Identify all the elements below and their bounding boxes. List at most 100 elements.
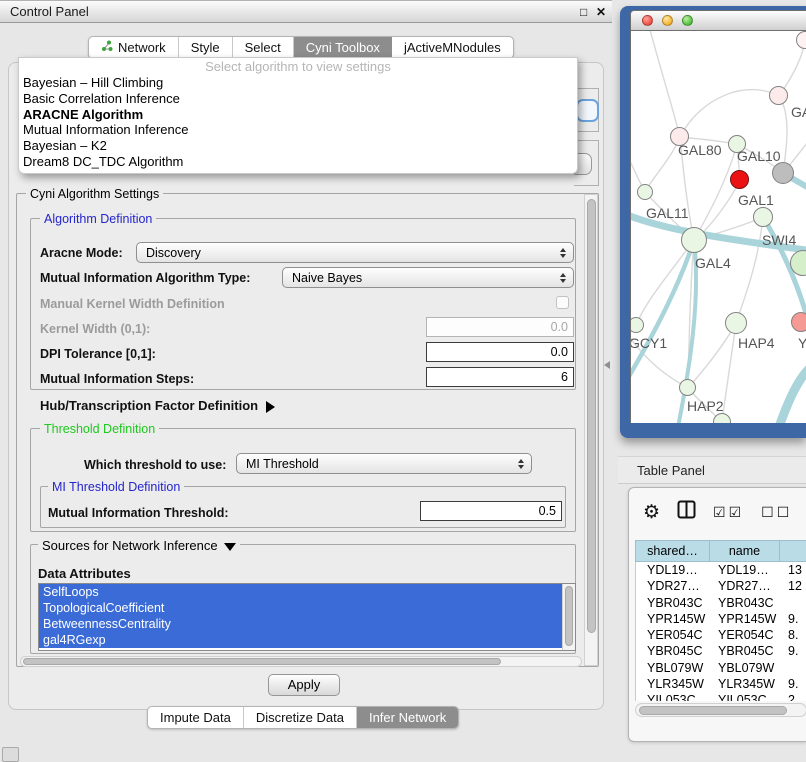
table-row[interactable]: YIL053CYIL053C2. xyxy=(636,692,806,701)
mi-threshold-field[interactable] xyxy=(420,501,562,521)
list-item-selfloops[interactable]: SelfLoops xyxy=(39,584,562,600)
node-label: GAL80 xyxy=(678,142,722,158)
mi-algorithm-type-label: Mutual Information Algorithm Type: xyxy=(40,271,250,285)
list-scrollbar-thumb[interactable] xyxy=(565,586,573,646)
node-label: HAP2 xyxy=(687,398,724,414)
kernel-width-label: Kernel Width (0,1): xyxy=(40,322,150,336)
floating-toolbar-fragment xyxy=(2,747,19,762)
close-icon[interactable]: ✕ xyxy=(596,5,606,19)
network-window-titlebar[interactable] xyxy=(630,10,806,31)
node-gal4[interactable] xyxy=(681,227,707,253)
select-all-columns-icon[interactable]: ☑☑ xyxy=(713,504,744,521)
dropdown-option-bayesian-hill-climbing[interactable]: Bayesian – Hill Climbing xyxy=(19,75,577,91)
table-row[interactable]: YDR27…YDR27…12 xyxy=(636,578,806,594)
screen: Control Panel □ ✕ Network Style Select C… xyxy=(0,0,806,762)
tab-select[interactable]: Select xyxy=(233,37,294,58)
which-threshold-select[interactable]: MI Threshold xyxy=(236,453,532,474)
hub-definition-toggle[interactable]: Hub/Transcription Factor Definition xyxy=(40,398,275,413)
minimize-traffic-light-icon[interactable] xyxy=(662,15,673,26)
table-row[interactable]: YPR145WYPR145W9. xyxy=(636,611,806,627)
sources-toggle[interactable]: Sources for Network Inference xyxy=(38,538,240,553)
manual-kernel-width-checkbox[interactable] xyxy=(556,296,569,309)
expanded-arrow-icon xyxy=(224,543,236,551)
column-header-name[interactable]: name xyxy=(710,541,780,561)
node-label: Y xyxy=(798,335,806,351)
settings-scrollbar-track xyxy=(584,194,598,666)
control-panel-titlebar: Control Panel □ ✕ xyxy=(0,0,612,23)
tab-discretize-data[interactable]: Discretize Data xyxy=(244,707,357,728)
dropdown-option-basic-correlation[interactable]: Basic Correlation Inference xyxy=(19,91,577,107)
table-row[interactable]: YLR345WYLR345W9. xyxy=(636,676,806,692)
mi-steps-field[interactable] xyxy=(426,367,574,387)
tab-impute-data[interactable]: Impute Data xyxy=(148,707,244,728)
combo-arrows-icon xyxy=(518,459,531,469)
table-body: YDL19…YDL19…13 YDR27…YDR27…12 YBR043CYBR… xyxy=(635,562,806,701)
node-hap4[interactable] xyxy=(725,312,747,334)
tab-cyni-toolbox[interactable]: Cyni Toolbox xyxy=(294,37,392,58)
zoom-traffic-light-icon[interactable] xyxy=(682,15,693,26)
dropdown-option-mutual-information[interactable]: Mutual Information Inference xyxy=(19,122,577,138)
list-item-betweennesscentrality[interactable]: BetweennessCentrality xyxy=(39,616,562,632)
bottom-tabs: Impute Data Discretize Data Infer Networ… xyxy=(147,706,459,729)
table-panel-titlebar: Table Panel xyxy=(618,456,806,484)
control-panel-tabs: Network Style Select Cyni Toolbox jActiv… xyxy=(88,36,514,59)
tab-infer-network[interactable]: Infer Network xyxy=(357,707,458,728)
table-panel-title: Table Panel xyxy=(637,463,705,478)
table-row[interactable]: YBR045CYBR045C9. xyxy=(636,643,806,659)
network-canvas[interactable]: GAL GAL80 GAL10 GAL11 GAL1 SWI4 GAL4 GCY… xyxy=(630,31,806,423)
mi-threshold-group-title: MI Threshold Definition xyxy=(48,480,184,494)
table-row[interactable]: YBL079WYBL079W xyxy=(636,660,806,676)
mi-algorithm-type-select[interactable]: Naive Bayes xyxy=(282,267,574,288)
tab-jactivemnodules[interactable]: jActiveMNodules xyxy=(392,37,513,58)
data-attributes-label: Data Attributes xyxy=(38,566,131,581)
close-traffic-light-icon[interactable] xyxy=(642,15,653,26)
network-view-window: GAL GAL80 GAL10 GAL11 GAL1 SWI4 GAL4 GCY… xyxy=(620,6,806,438)
split-columns-icon[interactable] xyxy=(677,500,696,524)
node-swi4[interactable] xyxy=(753,207,773,227)
settings-scrollbar-thumb[interactable] xyxy=(587,199,596,633)
deselect-all-columns-icon[interactable]: ☐☐ xyxy=(761,504,792,521)
hidden-combo-focus-fragment xyxy=(576,99,599,122)
list-item-gal4rgexp[interactable]: gal4RGexp xyxy=(39,632,562,648)
float-window-icon[interactable]: □ xyxy=(580,5,587,19)
kernel-width-field[interactable] xyxy=(426,317,574,337)
node-unlabeled-gray[interactable] xyxy=(772,162,794,184)
dropdown-option-bayesian-k2[interactable]: Bayesian – K2 xyxy=(19,138,577,154)
node-label: GAL10 xyxy=(737,148,781,164)
threshold-definition-title: Threshold Definition xyxy=(40,422,159,436)
node-gal1[interactable] xyxy=(730,170,749,189)
splitter-collapse-arrow[interactable] xyxy=(604,361,610,369)
node-y-cut[interactable] xyxy=(791,312,806,332)
data-attributes-list: SelfLoops TopologicalCoefficient Between… xyxy=(38,583,576,651)
tab-network[interactable]: Network xyxy=(89,37,179,58)
aracne-mode-select[interactable]: Discovery xyxy=(136,242,574,263)
gear-icon[interactable]: ⚙ xyxy=(643,503,660,522)
table-hscrollbar-thumb[interactable] xyxy=(639,706,787,715)
node-label: GAL11 xyxy=(646,205,689,221)
node-hap2[interactable] xyxy=(679,379,696,396)
tab-style[interactable]: Style xyxy=(179,37,233,58)
node-label: GAL4 xyxy=(695,255,731,271)
column-header-cut[interactable] xyxy=(780,541,806,561)
dpi-tolerance-field[interactable] xyxy=(426,342,574,362)
table-row[interactable]: YER054CYER054C8. xyxy=(636,627,806,643)
control-panel-title: Control Panel xyxy=(0,4,89,19)
network-icon xyxy=(101,37,113,58)
node-gal-cut[interactable] xyxy=(769,86,788,105)
dropdown-option-aracne[interactable]: ARACNE Algorithm xyxy=(19,107,577,123)
dropdown-option-dream8[interactable]: Dream8 DC_TDC Algorithm xyxy=(19,154,577,170)
settings-hscrollbar-thumb[interactable] xyxy=(23,658,501,665)
which-threshold-label: Which threshold to use: xyxy=(84,458,226,472)
list-item-topologicalcoefficient[interactable]: TopologicalCoefficient xyxy=(39,600,562,616)
table-row[interactable]: YBR043CYBR043C xyxy=(636,595,806,611)
apply-button[interactable]: Apply xyxy=(268,674,340,696)
cyni-algorithm-settings-title: Cyni Algorithm Settings xyxy=(26,187,163,201)
table-row[interactable]: YDL19…YDL19…13 xyxy=(636,562,806,578)
node-label: GAL1 xyxy=(738,192,774,208)
node-label: GAL xyxy=(791,104,806,120)
column-header-shared-name[interactable]: shared… xyxy=(636,541,710,561)
node-gal11[interactable] xyxy=(637,184,653,200)
node-label: SWI4 xyxy=(762,232,796,248)
node-label: GCY1 xyxy=(630,335,667,351)
dpi-tolerance-label: DPI Tolerance [0,1]: xyxy=(40,347,156,361)
